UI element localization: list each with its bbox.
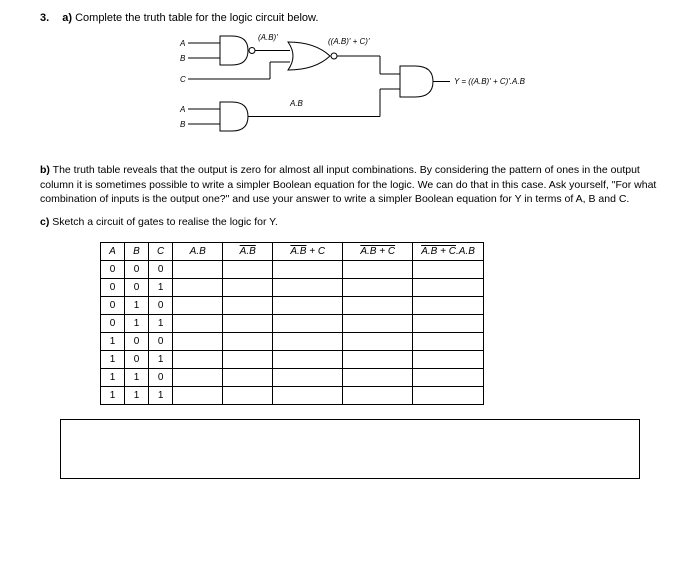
table-row: 101 <box>101 350 484 368</box>
circuit-diagram: A B (A.B)' C ((A.B)' + C)' A B A.B <box>40 34 660 147</box>
part-b-label: b) <box>40 164 50 176</box>
table-header-row: A B C A.B A.B A.B + C A.B + C A.B + C.A.… <box>101 242 484 260</box>
nand1-label: (A.B)' <box>258 34 278 42</box>
part-c-text: Sketch a circuit of gates to realise the… <box>52 216 277 228</box>
header-abc: A.B + C <box>273 242 343 260</box>
header-final: A.B + C.A.B <box>413 242 484 260</box>
header-ab: A.B <box>173 242 223 260</box>
table-row: 110 <box>101 368 484 386</box>
question-number: 3. <box>40 12 49 24</box>
input-a2: A <box>179 105 185 114</box>
table-row: 111 <box>101 386 484 404</box>
nor-gate-icon <box>288 42 330 70</box>
output-label: Y = ((A.B)' + C)'.A.B <box>454 77 526 86</box>
truth-table: A B C A.B A.B A.B + C A.B + C A.B + C.A.… <box>100 242 484 405</box>
or1-label: ((A.B)' + C)' <box>328 37 370 46</box>
table-row: 100 <box>101 332 484 350</box>
part-c: c) Sketch a circuit of gates to realise … <box>40 215 660 230</box>
table-body: 000 001 010 011 100 101 110 111 <box>101 260 484 404</box>
part-b-text: The truth table reveals that the output … <box>40 164 656 205</box>
input-b2: B <box>180 120 186 129</box>
input-c: C <box>180 75 186 84</box>
header-ab-bar: A.B <box>223 242 273 260</box>
table-row: 000 <box>101 260 484 278</box>
part-c-label: c) <box>40 216 49 228</box>
part-b: b) The truth table reveals that the outp… <box>40 163 660 207</box>
header-c: C <box>149 242 173 260</box>
header-b: B <box>125 242 149 260</box>
header-abc-bar: A.B + C <box>343 242 413 260</box>
input-a1: A <box>179 39 185 48</box>
nand-gate-1-icon <box>220 36 248 65</box>
part-a-label: a) <box>62 12 72 24</box>
header-a: A <box>101 242 125 260</box>
answer-box <box>60 419 640 479</box>
input-b1: B <box>180 54 186 63</box>
and-gate-2-icon <box>220 102 248 131</box>
table-row: 010 <box>101 296 484 314</box>
and2-label: A.B <box>289 99 304 108</box>
final-and-gate-icon <box>400 66 433 97</box>
truth-table-container: A B C A.B A.B A.B + C A.B + C A.B + C.A.… <box>100 242 660 405</box>
table-row: 011 <box>101 314 484 332</box>
question-header: 3. a) Complete the truth table for the l… <box>40 12 660 24</box>
table-row: 001 <box>101 278 484 296</box>
part-a-text: Complete the truth table for the logic c… <box>75 12 318 24</box>
